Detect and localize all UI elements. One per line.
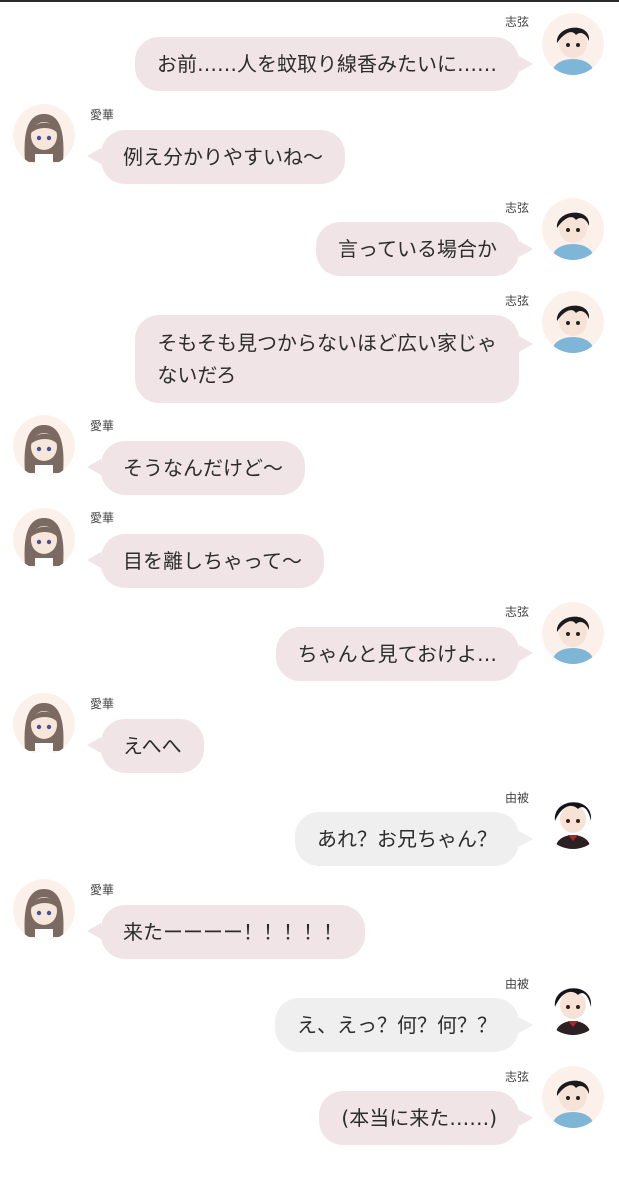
bubble-tail xyxy=(87,923,101,939)
bubble-tail xyxy=(87,459,101,475)
aika-avatar xyxy=(13,508,75,570)
bubble-tail xyxy=(87,552,101,568)
speaker-name: 志弦 xyxy=(504,605,529,619)
bubble-tail xyxy=(519,241,533,257)
bubble-tail xyxy=(519,645,533,661)
shigen-avatar xyxy=(542,198,604,260)
message-bubble: (本当に来た……) xyxy=(319,1091,519,1145)
speaker-name: 愛華 xyxy=(90,883,115,897)
message-bubble: 来たーーーー！！！！！ xyxy=(101,905,365,959)
speaker-name: 志弦 xyxy=(504,201,529,215)
bubble-tail xyxy=(519,1110,533,1126)
message-bubble: ちゃんと見ておけよ… xyxy=(275,627,519,681)
shigen-avatar xyxy=(542,602,604,664)
message-bubble: そうなんだけど〜 xyxy=(101,441,305,495)
bubble-tail xyxy=(87,737,101,753)
message-bubble: え、えっ？何？何？？ xyxy=(275,998,519,1052)
speaker-name: 愛華 xyxy=(90,108,115,122)
aika-avatar xyxy=(13,104,75,166)
speaker-name: 由被 xyxy=(504,977,529,991)
message-bubble: あれ？お兄ちゃん？ xyxy=(295,812,519,866)
speaker-name: 志弦 xyxy=(504,1070,529,1084)
yui-avatar xyxy=(542,787,604,849)
speaker-name: 愛華 xyxy=(90,419,115,433)
message-bubble: 例え分かりやすいね〜 xyxy=(101,130,345,184)
message-line: そもそも見つからないほど広い家じゃ xyxy=(157,331,497,355)
message-bubble: 目を離しちゃって〜 xyxy=(101,534,324,588)
bubble-tail xyxy=(519,1017,533,1033)
speaker-name: 由被 xyxy=(504,791,529,805)
aika-avatar xyxy=(13,879,75,941)
bubble-tail xyxy=(519,831,533,847)
message-line: ないだろ xyxy=(157,363,237,387)
message-bubble: 言っている場合か xyxy=(316,222,519,276)
speaker-name: 愛華 xyxy=(90,511,115,525)
bubble-tail xyxy=(519,56,533,72)
chat-log: 志弦 お前……人を蚊取り線香みたいに…… 愛華 例え分かりやすいね〜 志弦 言っ… xyxy=(0,0,619,1200)
message-bubble: えへへ xyxy=(101,719,204,773)
shigen-avatar xyxy=(542,13,604,75)
shigen-avatar xyxy=(542,1066,604,1128)
yui-avatar xyxy=(542,973,604,1035)
speaker-name: 志弦 xyxy=(504,15,529,29)
message-bubble-multiline: そもそも見つからないほど広い家じゃ ないだろ xyxy=(135,315,519,403)
speaker-name: 愛華 xyxy=(90,697,115,711)
speaker-name: 志弦 xyxy=(504,294,529,308)
aika-avatar xyxy=(13,693,75,755)
bubble-tail xyxy=(519,336,533,352)
bubble-tail xyxy=(87,148,101,164)
message-bubble: お前……人を蚊取り線香みたいに…… xyxy=(135,37,519,91)
shigen-avatar xyxy=(542,291,604,353)
aika-avatar xyxy=(13,415,75,477)
